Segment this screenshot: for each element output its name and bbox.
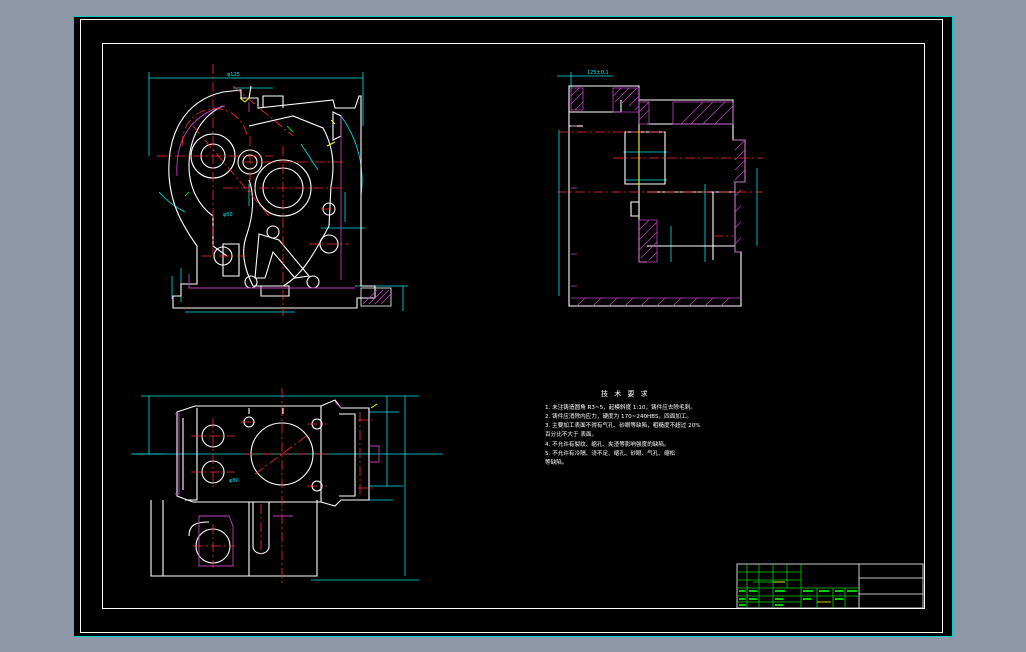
section-hatching <box>570 87 746 307</box>
tech-req-item-6: 5. 不允许有冷隔、浇不足、缩孔、砂眼、气孔、缩松 <box>545 449 676 457</box>
tech-req-item-7: 等缺陷。 <box>545 458 567 466</box>
tech-requirements: 技 术 要 求 1. 未注铸造圆角 R3~5，起模斜度 1:10，铸件应去除毛刺… <box>545 389 701 466</box>
tech-req-item-4: 百分比不大于 表面。 <box>545 430 597 438</box>
dim-plan-bore: φ80 <box>229 478 239 484</box>
tech-req-item-1: 1. 未注铸造圆角 R3~5，起模斜度 1:10，铸件应去除毛刺。 <box>545 403 696 411</box>
title-block <box>736 563 924 609</box>
drawing-sheet: φ125 φ60 125±0.1 φ80 技 术 要 求 1. 未注铸造圆角 R… <box>73 16 953 637</box>
tech-req-item-2: 2. 铸件应消除内应力，硬度为 170~240HBS，四面加工。 <box>545 412 692 420</box>
dim-top-width: φ125 <box>227 72 240 78</box>
cad-viewport[interactable]: φ125 φ60 125±0.1 φ80 技 术 要 求 1. 未注铸造圆角 R… <box>73 16 953 637</box>
inner-frame <box>102 43 925 609</box>
dim-bore-dia: φ60 <box>223 212 233 218</box>
front-view: φ125 φ60 <box>148 64 408 316</box>
tech-req-item-5: 4. 不允许有裂纹、缩孔、夹渣等影响强度的缺陷。 <box>545 440 670 448</box>
tech-req-title: 技 术 要 求 <box>601 389 650 398</box>
front-base-hatch <box>360 287 392 307</box>
section-view: 125±0.1 <box>557 70 763 307</box>
plan-view: φ80 <box>131 388 443 586</box>
dim-section-top: 125±0.1 <box>587 70 609 76</box>
viewport-border <box>73 16 953 637</box>
tech-req-item-3: 3. 主要加工表面不得有气孔、砂眼等缺陷，粗糙度不超过 20% <box>545 421 701 429</box>
